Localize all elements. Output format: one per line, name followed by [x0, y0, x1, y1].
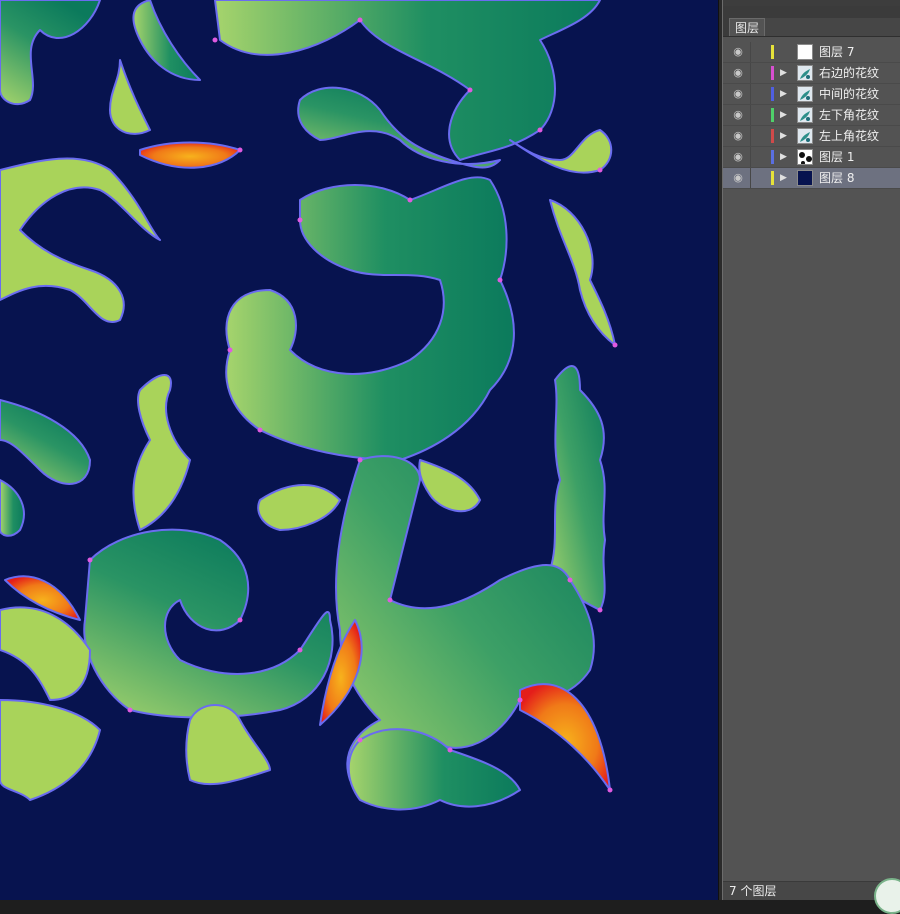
layer-color-indicator	[771, 171, 774, 185]
leaf-shape	[0, 479, 25, 537]
leaf-shape	[225, 176, 515, 461]
tab-layers[interactable]: 图层	[729, 18, 765, 36]
stem-shape	[132, 374, 191, 531]
stem-shape	[0, 606, 91, 701]
layer-name: 图层 7	[819, 45, 855, 59]
expand-triangle-icon[interactable]: ▶	[780, 88, 790, 100]
layer-name: 图层 8	[819, 171, 855, 185]
leaf-shape	[0, 0, 101, 106]
stem-shape	[185, 704, 271, 786]
layer-thumbnail	[797, 86, 813, 102]
eye-icon[interactable]: ◉	[731, 130, 745, 142]
eye-icon[interactable]: ◉	[731, 67, 745, 79]
layer-thumbnail	[797, 65, 813, 81]
row-divider	[750, 42, 751, 62]
layer-row[interactable]: ◉ ▶ 图层 8	[723, 168, 900, 189]
eye-icon[interactable]: ◉	[731, 88, 745, 100]
row-divider	[750, 105, 751, 125]
layer-count: 7 个图层	[729, 884, 777, 898]
eye-icon[interactable]: ◉	[731, 172, 745, 184]
layer-row[interactable]: ◉ ▶ 中间的花纹	[723, 84, 900, 105]
leaf-shape	[214, 0, 601, 161]
layer-name: 左上角花纹	[819, 129, 880, 143]
layer-color-indicator	[771, 108, 774, 122]
stem-shape	[0, 699, 101, 801]
floral-artwork	[0, 0, 618, 811]
expand-triangle-icon[interactable]: ▶	[780, 172, 790, 184]
layer-row[interactable]: ◉ ▶ 左上角花纹	[723, 126, 900, 147]
petal-shape	[139, 141, 241, 169]
layer-color-indicator	[771, 150, 774, 164]
row-divider	[750, 168, 751, 188]
expand-triangle-icon[interactable]: ▶	[780, 151, 790, 163]
layers-panel: 图层 ◉ 图层 7 ◉ ▶ 右边的花纹 ◉ ▶ 中间的花纹 ◉ ▶ 左下角花纹 ◉ ▶ 左上角花纹 ◉ ▶ 图层…	[722, 0, 900, 914]
layer-color-indicator	[771, 87, 774, 101]
artboard-canvas[interactable]	[0, 0, 718, 900]
tab-bar-fill	[765, 18, 900, 36]
layer-name: 右边的花纹	[819, 66, 880, 80]
layer-list: ◉ 图层 7 ◉ ▶ 右边的花纹 ◉ ▶ 中间的花纹 ◉ ▶ 左下角花纹 ◉ ▶ 左上角花纹 ◉ ▶ 图层 1 ◉…	[723, 42, 900, 189]
expand-triangle-icon[interactable]: ▶	[780, 109, 790, 121]
layer-row[interactable]: ◉ ▶ 右边的花纹	[723, 63, 900, 84]
leaf-shape	[0, 399, 91, 485]
layer-name: 图层 1	[819, 150, 855, 164]
layer-thumbnail	[797, 128, 813, 144]
layer-thumbnail	[797, 149, 813, 165]
stem-shape	[257, 484, 341, 531]
row-divider	[750, 63, 751, 83]
layer-row[interactable]: ◉ ▶ 图层 1	[723, 147, 900, 168]
expand-triangle-icon[interactable]: ▶	[780, 130, 790, 142]
eye-icon[interactable]: ◉	[731, 46, 745, 58]
layer-row[interactable]: ◉ ▶ 左下角花纹	[723, 105, 900, 126]
layer-thumbnail	[797, 44, 813, 60]
stem-shape	[0, 157, 161, 323]
layer-color-indicator	[771, 129, 774, 143]
row-divider	[750, 126, 751, 146]
panel-tab-row: 图层	[723, 6, 900, 37]
eye-icon[interactable]: ◉	[731, 109, 745, 121]
expand-triangle-icon[interactable]: ▶	[780, 67, 790, 79]
layer-color-indicator	[771, 45, 774, 59]
layer-color-indicator	[771, 66, 774, 80]
layer-name: 左下角花纹	[819, 108, 880, 122]
stem-shape	[418, 459, 481, 513]
row-divider	[750, 147, 751, 167]
layer-row[interactable]: ◉ 图层 7	[723, 42, 900, 63]
leaf-shape	[132, 0, 201, 81]
layer-name: 中间的花纹	[819, 87, 880, 101]
eye-icon[interactable]: ◉	[731, 151, 745, 163]
row-divider	[750, 84, 751, 104]
petal-shape	[519, 683, 611, 791]
layer-thumbnail	[797, 107, 813, 123]
stem-shape	[109, 59, 151, 135]
leaf-shape	[83, 528, 334, 719]
watermark-badge	[874, 878, 900, 914]
stem-shape	[549, 199, 616, 346]
leaf-shape	[347, 728, 521, 811]
panel-footer: 7 个图层	[723, 878, 900, 914]
layer-thumbnail	[797, 170, 813, 186]
